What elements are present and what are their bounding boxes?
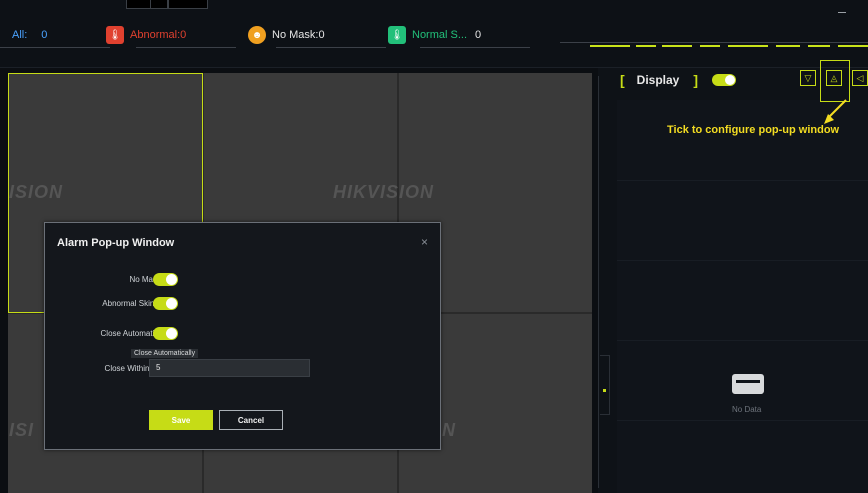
alarm-list-area xyxy=(617,100,868,493)
app-root: All: 0 🌡 Abnormal:0 ☻ No Mask:0 🌡 Normal… xyxy=(0,0,868,493)
minimize-icon[interactable] xyxy=(838,12,846,13)
stat-abnormal-label: Abnormal:0 xyxy=(130,29,187,41)
stat-no-mask[interactable]: ☻ No Mask:0 xyxy=(248,26,325,44)
display-label: Display xyxy=(636,73,680,87)
stat-all-label: All: xyxy=(12,29,28,41)
setting-row-close-auto: Close Automati... xyxy=(45,325,442,341)
tooltip: Close Automatically xyxy=(131,349,199,358)
face-icon: ☻ xyxy=(248,26,266,44)
display-row: [ Display ] xyxy=(620,70,737,90)
divider xyxy=(136,47,236,48)
accent-dash xyxy=(700,45,720,47)
close-within-input[interactable]: 5 xyxy=(149,359,310,377)
grid-line xyxy=(617,340,868,341)
close-automatically-toggle[interactable] xyxy=(153,326,178,340)
divider xyxy=(420,47,530,48)
panel-border xyxy=(598,76,599,488)
collapse-handle[interactable] xyxy=(600,355,610,415)
display-toggle[interactable] xyxy=(712,74,737,86)
accent-dash xyxy=(590,45,630,47)
stat-abnormal[interactable]: 🌡 Abnormal:0 xyxy=(106,26,186,44)
status-bar: All: 0 🌡 Abnormal:0 ☻ No Mask:0 🌡 Normal… xyxy=(0,0,868,68)
thermometer-icon: 🌡 xyxy=(388,26,406,44)
accent-dash xyxy=(636,45,656,47)
stat-all: All: 0 xyxy=(12,26,47,44)
watermark: ISI xyxy=(9,420,35,440)
divider xyxy=(276,47,386,48)
watermark: ISION xyxy=(9,182,64,202)
callout-arrow-icon xyxy=(824,99,847,124)
window-tab[interactable] xyxy=(168,0,208,9)
cancel-button[interactable]: Cancel xyxy=(219,410,283,430)
divider xyxy=(0,47,110,48)
bracket-left-icon: [ xyxy=(620,72,625,88)
abnormal-skin-toggle[interactable] xyxy=(153,296,178,310)
callout-highlight xyxy=(820,60,850,102)
stat-all-count: 0 xyxy=(41,29,48,41)
no-mask-toggle[interactable] xyxy=(153,272,178,286)
watermark: N xyxy=(442,420,456,440)
grid-line xyxy=(617,260,868,261)
window-tab[interactable] xyxy=(150,0,168,9)
close-icon[interactable]: × xyxy=(421,235,428,249)
thermometer-icon: 🌡 xyxy=(106,26,124,44)
setting-row-no-mask: No Mask xyxy=(45,271,442,287)
setting-row-abnormal-skin: Abnormal Skin... xyxy=(45,295,442,311)
watermark: HIKVISION xyxy=(333,182,435,202)
toggle-knob xyxy=(166,273,177,285)
stat-normal-count: 0 xyxy=(475,29,482,41)
accent-dash xyxy=(662,45,692,47)
setting-label: Close Automati... xyxy=(100,328,161,338)
save-button[interactable]: Save xyxy=(149,410,213,430)
dialog-title: Alarm Pop-up Window xyxy=(57,237,175,249)
stat-normal-label: Normal S... xyxy=(412,29,468,41)
callout-tip: Tick to configure pop-up window xyxy=(667,124,840,136)
toggle-knob xyxy=(166,327,177,339)
accent-dash xyxy=(808,45,830,47)
filter-icon[interactable]: ▽ xyxy=(800,70,816,86)
no-data-label: No Data xyxy=(732,405,762,414)
alarm-popup-dialog: Alarm Pop-up Window × No Mask Abnormal S… xyxy=(44,222,441,450)
grid-line xyxy=(617,180,868,181)
grid-line xyxy=(617,420,868,421)
collapse-arrow-icon xyxy=(603,389,606,392)
speaker-icon[interactable]: ◁ xyxy=(852,70,868,86)
toggle-knob xyxy=(725,75,736,85)
toggle-knob xyxy=(166,297,177,309)
accent-dash xyxy=(838,45,868,47)
bracket-right-icon: ] xyxy=(693,72,699,88)
accent-dash xyxy=(728,45,768,47)
divider xyxy=(560,42,868,43)
stat-no-mask-label: No Mask:0 xyxy=(272,29,325,41)
accent-dash xyxy=(776,45,800,47)
stat-normal[interactable]: 🌡 Normal S... 0 xyxy=(388,26,481,44)
empty-tray-icon xyxy=(732,374,764,394)
